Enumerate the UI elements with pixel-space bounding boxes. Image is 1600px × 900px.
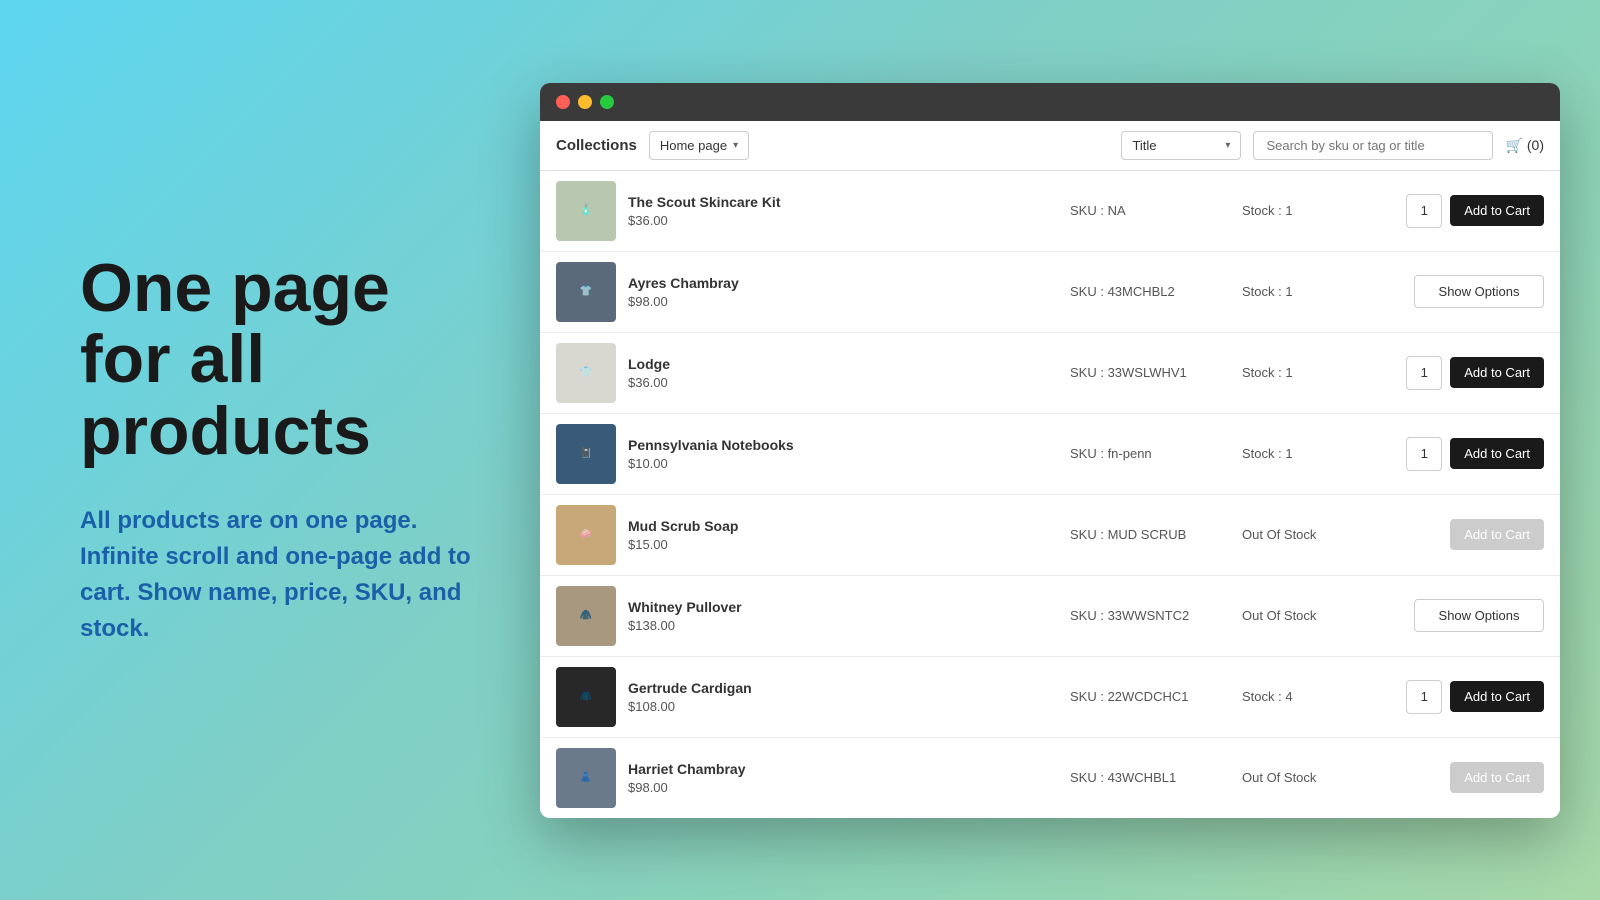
product-image-chambray: 👕 — [556, 262, 616, 322]
product-action: Add to Cart — [1374, 762, 1544, 793]
dot-yellow[interactable] — [578, 95, 592, 109]
quantity-input[interactable] — [1406, 437, 1442, 471]
product-list: 🧴 The Scout Skincare Kit $36.00 SKU : NA Sto… — [540, 171, 1560, 818]
product-price: $10.00 — [628, 456, 1058, 471]
product-name: Mud Scrub Soap — [628, 518, 1058, 534]
show-options-button[interactable]: Show Options — [1414, 599, 1544, 632]
quantity-input[interactable] — [1406, 194, 1442, 228]
product-name: The Scout Skincare Kit — [628, 194, 1058, 210]
collection-dropdown[interactable]: Home page ▾ — [649, 131, 749, 160]
product-info: Whitney Pullover $138.00 — [628, 599, 1058, 633]
product-sku: SKU : MUD SCRUB — [1070, 527, 1230, 542]
product-price: $138.00 — [628, 618, 1058, 633]
product-action: Show Options — [1374, 275, 1544, 308]
product-price: $98.00 — [628, 780, 1058, 795]
product-stock: Stock : 1 — [1242, 365, 1362, 380]
product-row: 🧴 The Scout Skincare Kit $36.00 SKU : NA Sto… — [540, 171, 1560, 252]
product-action: Add to Cart — [1374, 680, 1544, 714]
left-panel: One page for all products All products a… — [0, 193, 540, 707]
product-image-lodge: 👕 — [556, 343, 616, 403]
product-info: Ayres Chambray $98.00 — [628, 275, 1058, 309]
quantity-input[interactable] — [1406, 356, 1442, 390]
product-name: Ayres Chambray — [628, 275, 1058, 291]
product-row: 🧥 Whitney Pullover $138.00 SKU : 33WWSNTC2 O… — [540, 576, 1560, 657]
product-image-cardigan: 🧥 — [556, 667, 616, 727]
dot-green[interactable] — [600, 95, 614, 109]
add-to-cart-button[interactable]: Add to Cart — [1450, 357, 1544, 388]
product-price: $36.00 — [628, 213, 1058, 228]
product-row: 👕 Ayres Chambray $98.00 SKU : 43MCHBL2 Stock… — [540, 252, 1560, 333]
sort-dropdown[interactable]: Title ▾ — [1121, 131, 1241, 160]
product-action: Add to Cart — [1374, 519, 1544, 550]
product-row: 📓 Pennsylvania Notebooks $10.00 SKU : fn-pe… — [540, 414, 1560, 495]
titlebar — [540, 83, 1560, 121]
product-stock: Out Of Stock — [1242, 608, 1362, 623]
product-name: Whitney Pullover — [628, 599, 1058, 615]
product-image-harriet: 👗 — [556, 748, 616, 808]
hero-subtitle: All products are on one page. Infinite s… — [80, 503, 480, 647]
product-image-notebooks: 📓 — [556, 424, 616, 484]
add-to-cart-button[interactable]: Add to Cart — [1450, 195, 1544, 226]
product-sku: SKU : 33WSLWHV1 — [1070, 365, 1230, 380]
add-to-cart-button[interactable]: Add to Cart — [1450, 681, 1544, 712]
hero-title: One page for all products — [80, 253, 480, 467]
product-price: $108.00 — [628, 699, 1058, 714]
quantity-input[interactable] — [1406, 680, 1442, 714]
product-price: $36.00 — [628, 375, 1058, 390]
product-sku: SKU : 43MCHBL2 — [1070, 284, 1230, 299]
product-stock: Stock : 1 — [1242, 446, 1362, 461]
product-info: Harriet Chambray $98.00 — [628, 761, 1058, 795]
product-info: Mud Scrub Soap $15.00 — [628, 518, 1058, 552]
sort-chevron-icon: ▾ — [1225, 140, 1230, 151]
nav-bar: Collections Home page ▾ Title ▾ 🛒 (0) — [540, 121, 1560, 171]
product-info: Gertrude Cardigan $108.00 — [628, 680, 1058, 714]
product-stock: Out Of Stock — [1242, 527, 1362, 542]
product-row: 👗 Harriet Chambray $98.00 SKU : 43WCHBL1 Out… — [540, 738, 1560, 818]
product-row: 🧼 Mud Scrub Soap $15.00 SKU : MUD SCRUB Out … — [540, 495, 1560, 576]
search-input[interactable] — [1253, 131, 1493, 160]
sort-label: Title — [1132, 138, 1156, 153]
product-name: Pennsylvania Notebooks — [628, 437, 1058, 453]
product-action: Show Options — [1374, 599, 1544, 632]
product-name: Harriet Chambray — [628, 761, 1058, 777]
product-sku: SKU : NA — [1070, 203, 1230, 218]
product-sku: SKU : 33WWSNTC2 — [1070, 608, 1230, 623]
product-info: The Scout Skincare Kit $36.00 — [628, 194, 1058, 228]
add-to-cart-button-disabled: Add to Cart — [1450, 519, 1544, 550]
app-content: Collections Home page ▾ Title ▾ 🛒 (0) 🧴 T… — [540, 121, 1560, 818]
add-to-cart-button[interactable]: Add to Cart — [1450, 438, 1544, 469]
product-info: Lodge $36.00 — [628, 356, 1058, 390]
dot-red[interactable] — [556, 95, 570, 109]
cart-button[interactable]: 🛒 (0) — [1505, 137, 1544, 154]
product-action: Add to Cart — [1374, 356, 1544, 390]
product-sku: SKU : 43WCHBL1 — [1070, 770, 1230, 785]
cart-icon: 🛒 — [1505, 137, 1522, 154]
product-action: Add to Cart — [1374, 194, 1544, 228]
product-name: Lodge — [628, 356, 1058, 372]
product-row: 🧥 Gertrude Cardigan $108.00 SKU : 22WCDCHC1… — [540, 657, 1560, 738]
product-name: Gertrude Cardigan — [628, 680, 1058, 696]
collection-selected-label: Home page — [660, 138, 727, 153]
product-info: Pennsylvania Notebooks $10.00 — [628, 437, 1058, 471]
product-image-pullover: 🧥 — [556, 586, 616, 646]
product-price: $15.00 — [628, 537, 1058, 552]
product-action: Add to Cart — [1374, 437, 1544, 471]
chevron-down-icon: ▾ — [733, 140, 738, 151]
product-sku: SKU : fn-penn — [1070, 446, 1230, 461]
product-row: 👕 Lodge $36.00 SKU : 33WSLWHV1 Stock : 1 Add … — [540, 333, 1560, 414]
product-price: $98.00 — [628, 294, 1058, 309]
cart-count: (0) — [1527, 137, 1544, 153]
product-stock: Stock : 1 — [1242, 284, 1362, 299]
product-image-scout: 🧴 — [556, 181, 616, 241]
browser-window: Collections Home page ▾ Title ▾ 🛒 (0) 🧴 T… — [540, 83, 1560, 818]
product-stock: Stock : 4 — [1242, 689, 1362, 704]
product-sku: SKU : 22WCDCHC1 — [1070, 689, 1230, 704]
show-options-button[interactable]: Show Options — [1414, 275, 1544, 308]
collections-label: Collections — [556, 137, 637, 154]
product-stock: Out Of Stock — [1242, 770, 1362, 785]
product-image-soap: 🧼 — [556, 505, 616, 565]
product-stock: Stock : 1 — [1242, 203, 1362, 218]
add-to-cart-button-disabled: Add to Cart — [1450, 762, 1544, 793]
